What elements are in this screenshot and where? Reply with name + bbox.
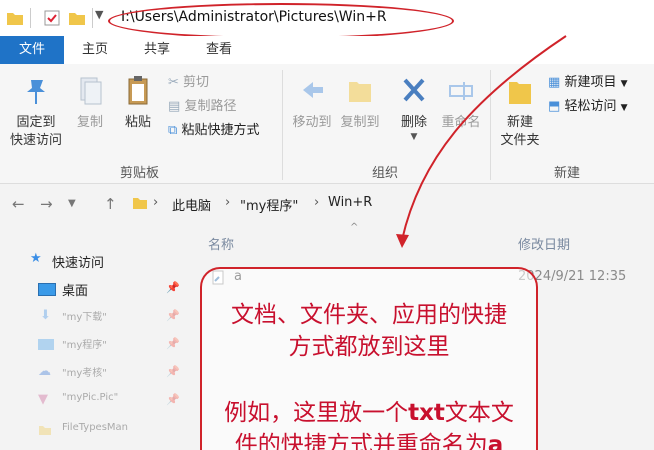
annotation-arrow <box>396 35 567 248</box>
